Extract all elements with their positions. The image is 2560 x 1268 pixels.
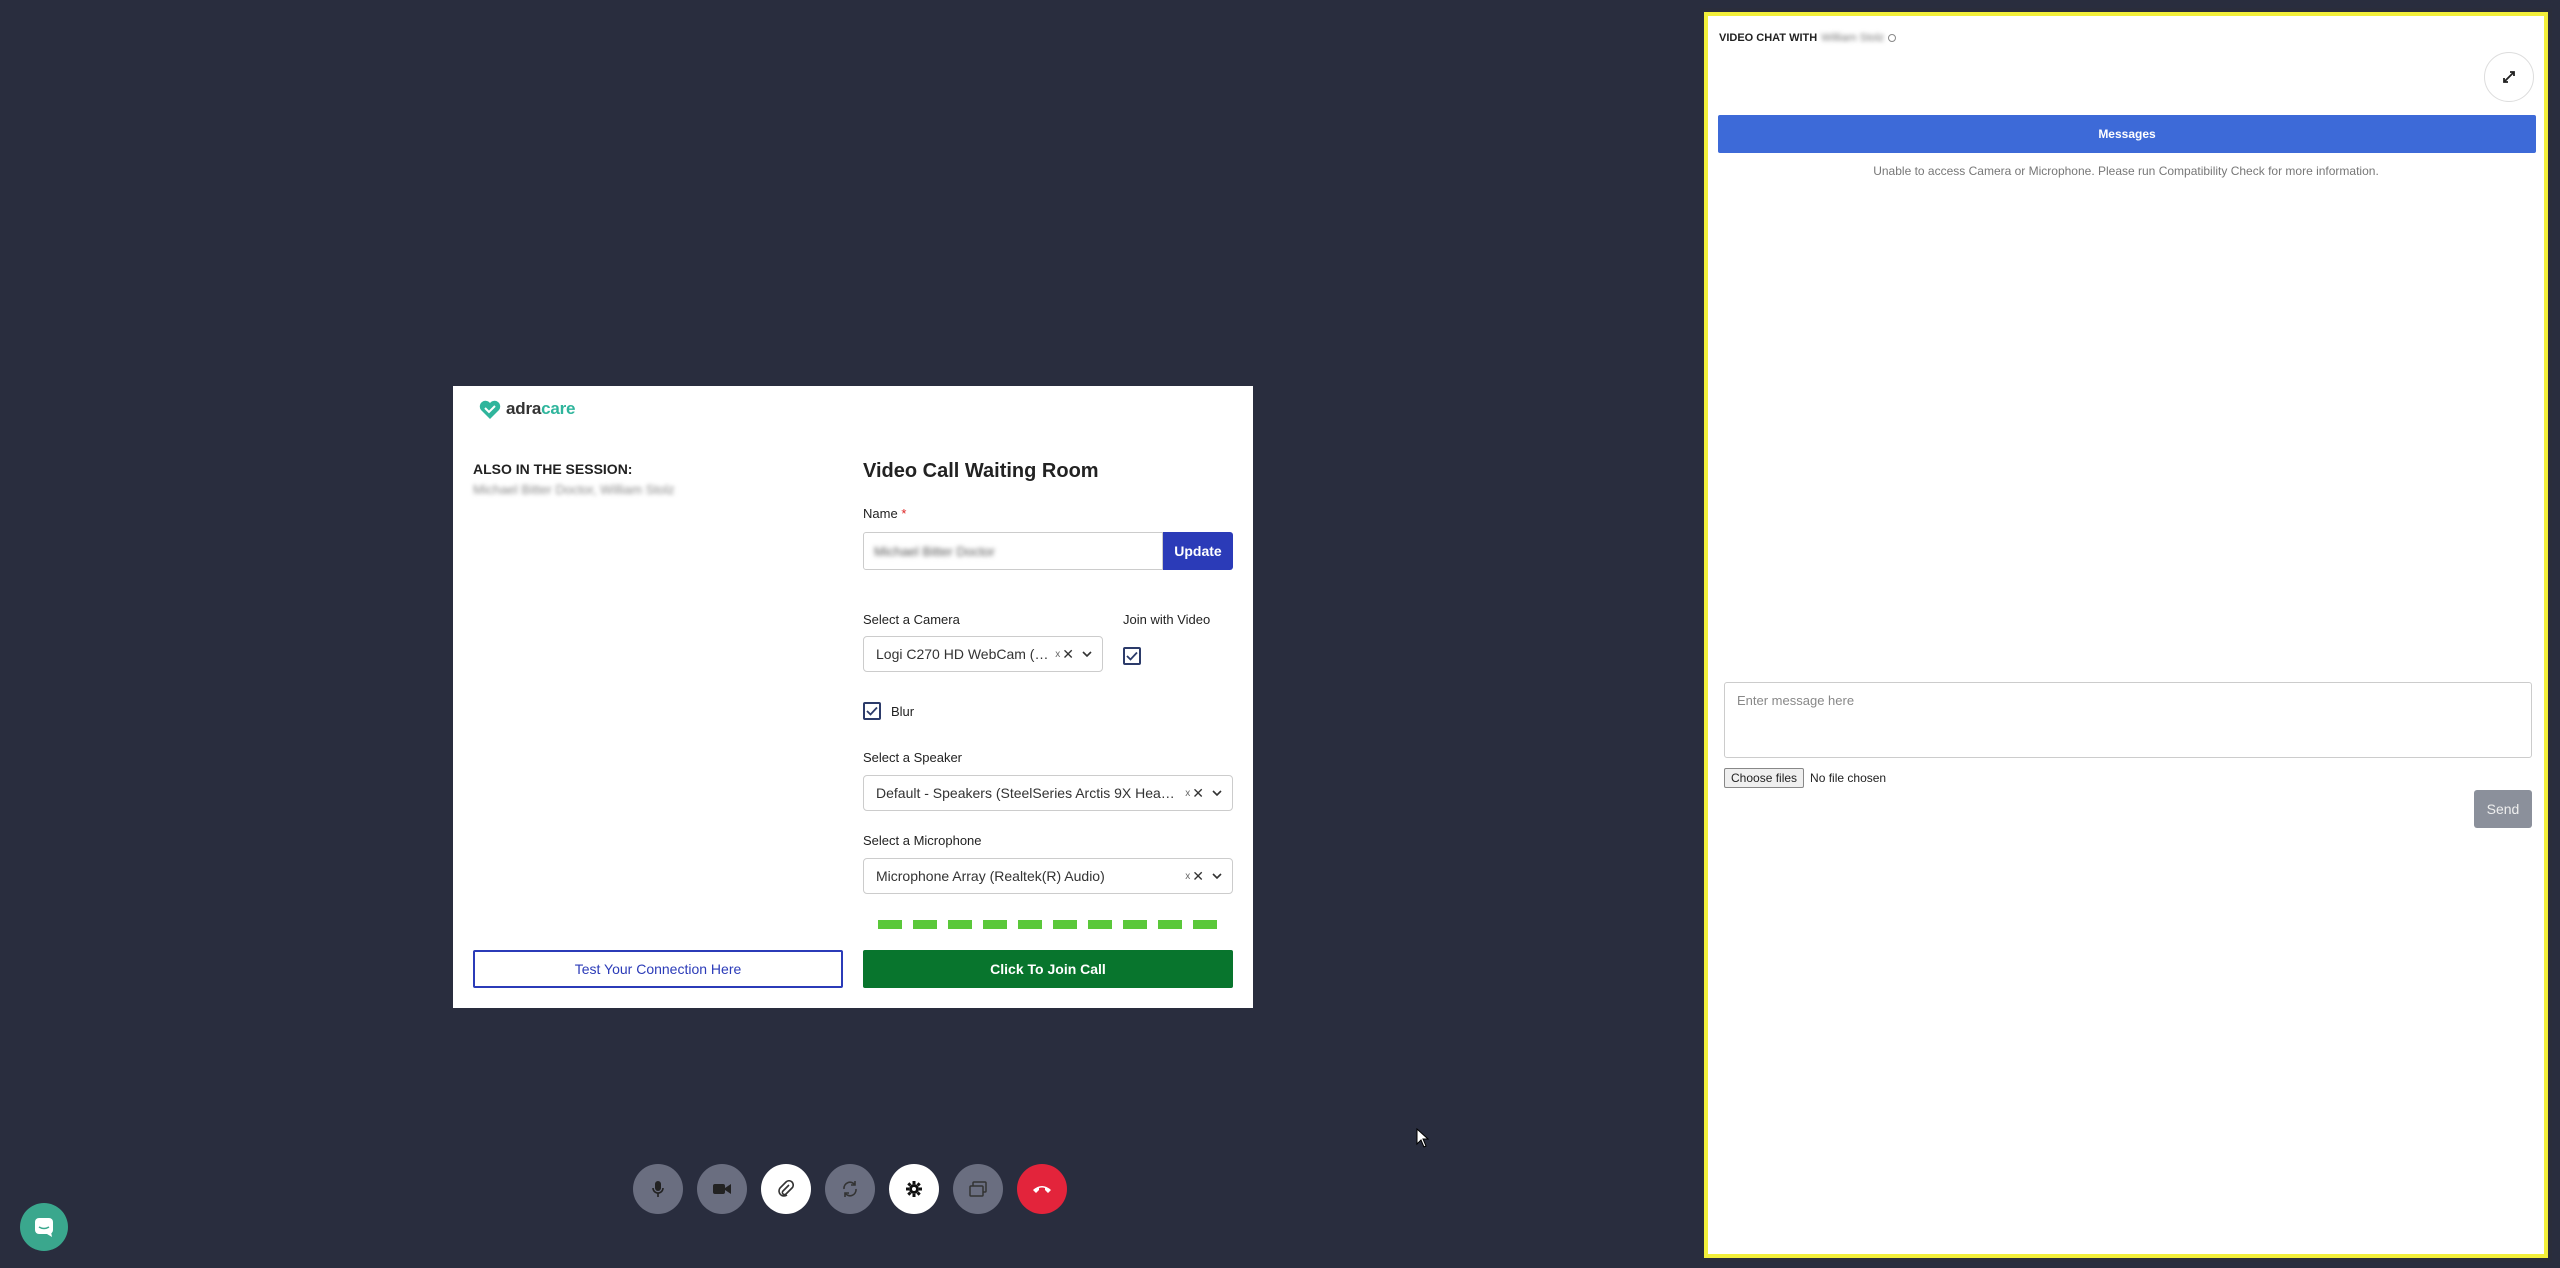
microphone-button[interactable] <box>633 1164 683 1214</box>
name-label: Name * <box>863 506 907 521</box>
status-dot-icon <box>1888 34 1897 42</box>
test-connection-button[interactable]: Test Your Connection Here <box>473 950 843 988</box>
messages-tab[interactable]: Messages <box>1718 115 2536 153</box>
camera-icon <box>713 1184 731 1194</box>
camera-select[interactable]: Logi C270 HD WebCam (046d:0825) x ✕ <box>863 636 1103 672</box>
mic-level-bar <box>983 920 1007 929</box>
attachment-icon <box>778 1180 794 1197</box>
device-warning: Unable to access Camera or Microphone. P… <box>1873 164 2379 178</box>
participant-name: William Stolz <box>1821 32 1885 44</box>
adracare-logo: adracare <box>478 398 575 420</box>
clear-small-icon[interactable]: x <box>1185 788 1190 799</box>
waiting-room-card: adracare ALSO IN THE SESSION: Michael Bi… <box>453 386 1253 1008</box>
mic-level-bar <box>1123 920 1147 929</box>
screen-share-button[interactable] <box>953 1164 1003 1214</box>
heart-logo-icon <box>479 400 501 419</box>
mouse-cursor-icon <box>1416 1128 1430 1148</box>
microphone-icon <box>652 1181 664 1197</box>
join-call-button[interactable]: Click To Join Call <box>863 950 1233 988</box>
page-title: Video Call Waiting Room <box>863 460 1099 482</box>
speaker-select[interactable]: Default - Speakers (SteelSeries Arctis 9… <box>863 775 1233 811</box>
chevron-down-icon[interactable] <box>1210 786 1224 800</box>
mic-level-bar <box>1088 920 1112 929</box>
also-in-session-title: ALSO IN THE SESSION: <box>473 461 633 477</box>
video-chat-title: VIDEO CHAT WITH William Stolz <box>1719 32 1897 44</box>
no-file-text: No file chosen <box>1810 771 1887 785</box>
camera-button[interactable] <box>697 1164 747 1214</box>
mic-level-bar <box>878 920 902 929</box>
mic-level-bar <box>913 920 937 929</box>
mic-level-bar <box>948 920 972 929</box>
hang-up-button[interactable] <box>1017 1164 1067 1214</box>
microphone-select[interactable]: Microphone Array (Realtek(R) Audio) x ✕ <box>863 858 1233 894</box>
call-toolbar <box>633 1164 1067 1214</box>
settings-icon <box>906 1181 922 1197</box>
speaker-select-value: Default - Speakers (SteelSeries Arctis 9… <box>876 785 1182 801</box>
join-with-video-checkbox[interactable] <box>1123 647 1141 665</box>
checkmark-icon <box>1126 651 1138 661</box>
support-chat-launcher[interactable] <box>20 1203 68 1251</box>
also-in-session-names: Michael Bitter Doctor, William Stolz <box>473 482 675 497</box>
chat-bubble-icon <box>35 1218 53 1237</box>
name-field[interactable]: Michael Bitter Doctor <box>863 532 1163 570</box>
blur-label: Blur <box>891 704 915 719</box>
video-chat-panel: VIDEO CHAT WITH William Stolz Messages U… <box>1700 8 2552 1262</box>
send-button[interactable]: Send <box>2474 790 2532 828</box>
camera-label: Select a Camera <box>863 612 960 627</box>
checkmark-icon <box>866 706 878 716</box>
mic-level-bar <box>1193 920 1217 929</box>
clear-icon[interactable]: ✕ <box>1062 646 1074 663</box>
join-with-video-label: Join with Video <box>1123 612 1211 627</box>
message-input[interactable]: Enter message here <box>1724 682 2532 758</box>
blur-checkbox[interactable] <box>863 702 881 720</box>
hang-up-icon <box>1033 1186 1051 1193</box>
choose-files-button[interactable]: Choose files <box>1724 768 1805 788</box>
switch-camera-icon <box>843 1181 857 1197</box>
microphone-level-meter <box>878 920 1217 929</box>
clear-icon[interactable]: ✕ <box>1192 868 1204 885</box>
expand-button[interactable] <box>2484 52 2534 102</box>
clear-icon[interactable]: ✕ <box>1192 785 1204 802</box>
mic-level-bar <box>1018 920 1042 929</box>
microphone-label: Select a Microphone <box>863 833 982 848</box>
file-picker: Choose files No file chosen <box>1724 768 1886 788</box>
clear-small-icon[interactable]: x <box>1185 871 1190 882</box>
chevron-down-icon[interactable] <box>1210 869 1224 883</box>
screen-share-icon <box>969 1181 987 1197</box>
expand-icon <box>2503 71 2515 83</box>
mic-level-bar <box>1158 920 1182 929</box>
microphone-select-value: Microphone Array (Realtek(R) Audio) <box>876 868 1105 884</box>
chevron-down-icon[interactable] <box>1080 647 1094 661</box>
settings-button[interactable] <box>889 1164 939 1214</box>
attachment-button[interactable] <box>761 1164 811 1214</box>
clear-small-icon[interactable]: x <box>1055 649 1060 660</box>
speaker-label: Select a Speaker <box>863 750 963 765</box>
switch-camera-button[interactable] <box>825 1164 875 1214</box>
update-button[interactable]: Update <box>1163 532 1233 570</box>
mic-level-bar <box>1053 920 1077 929</box>
camera-select-value: Logi C270 HD WebCam (046d:0825) <box>876 646 1051 662</box>
